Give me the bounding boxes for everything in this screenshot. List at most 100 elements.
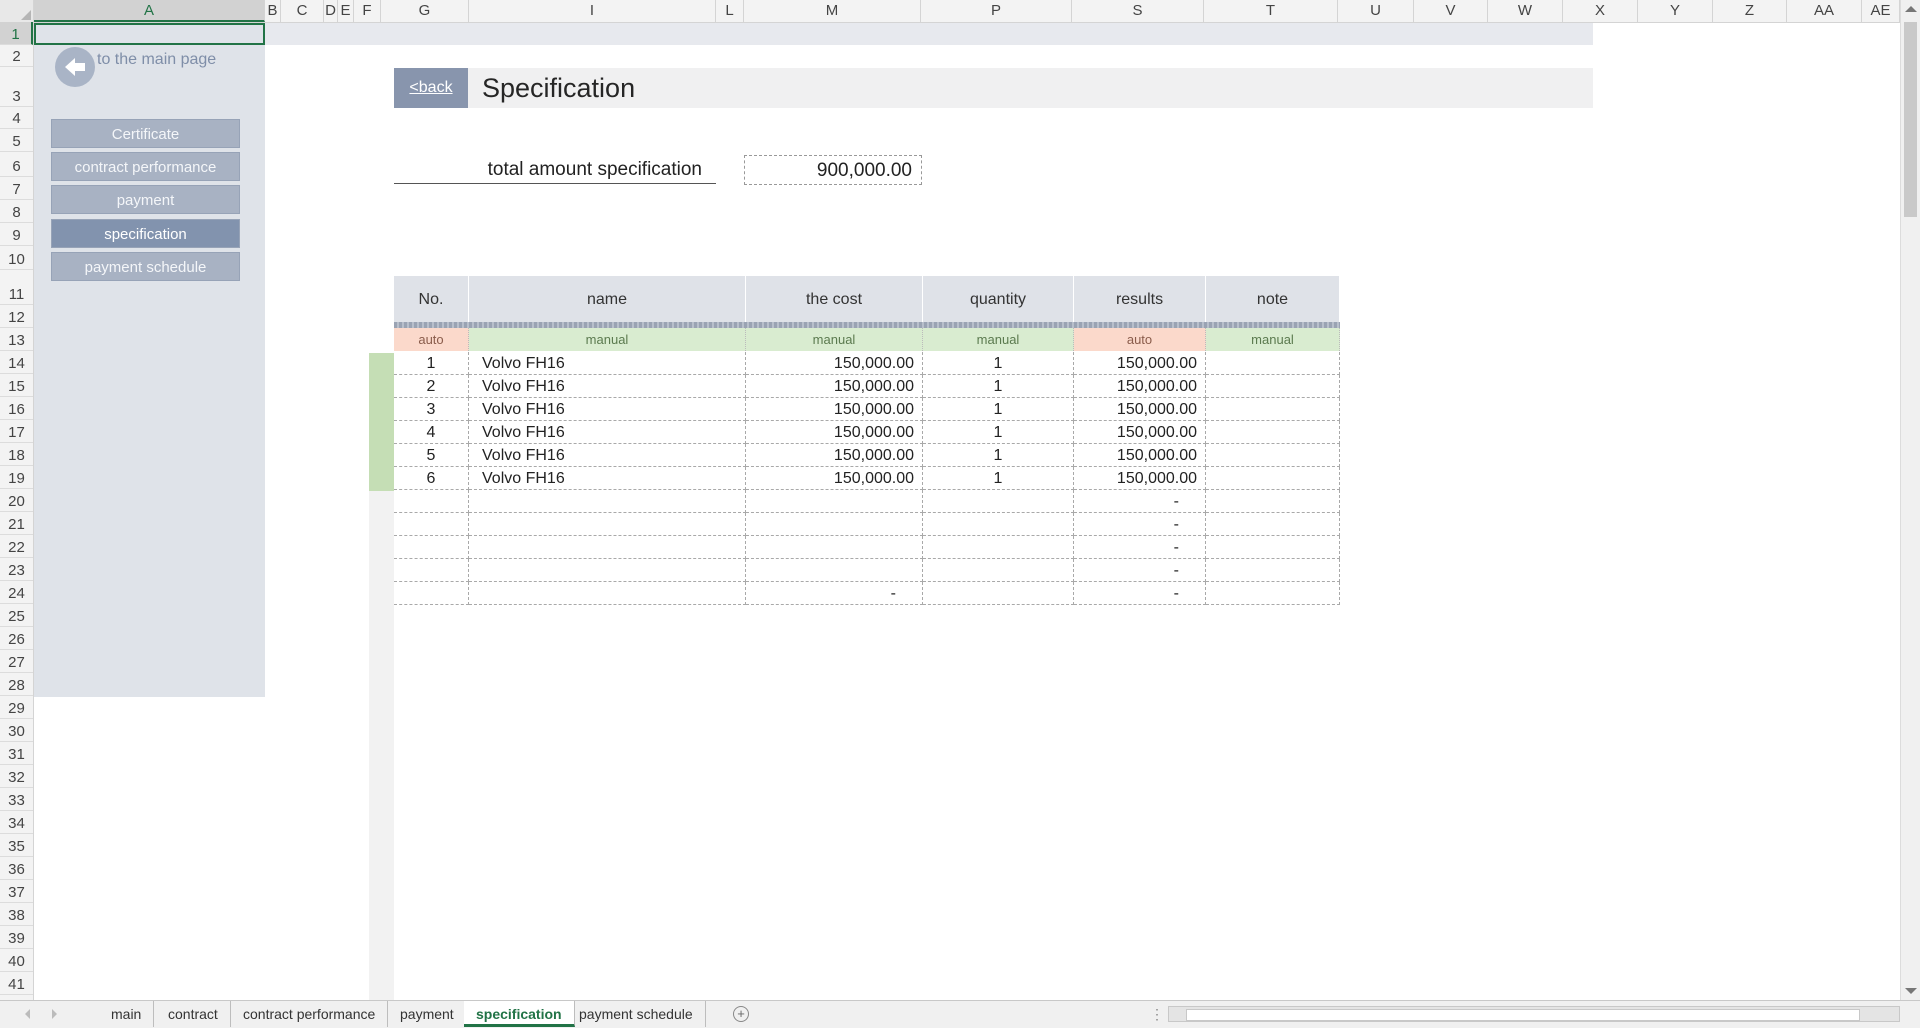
column-header-t[interactable]: T bbox=[1204, 0, 1338, 22]
column-header-x[interactable]: X bbox=[1563, 0, 1638, 22]
cell-no-row-11[interactable] bbox=[394, 582, 469, 605]
column-header-g[interactable]: G bbox=[381, 0, 469, 22]
row-header-27[interactable]: 27 bbox=[0, 650, 33, 673]
cell-quantity-row-9[interactable] bbox=[923, 536, 1074, 559]
scroll-down-icon[interactable] bbox=[1905, 988, 1917, 994]
cell-cost-row-7[interactable] bbox=[746, 490, 923, 513]
row-header-40[interactable]: 40 bbox=[0, 949, 33, 972]
row-header-25[interactable]: 25 bbox=[0, 604, 33, 627]
row-header-9[interactable]: 9 bbox=[0, 223, 33, 246]
cell-name-row-6[interactable]: Volvo FH16 bbox=[469, 467, 746, 490]
row-header-14[interactable]: 14 bbox=[0, 351, 33, 374]
row-header-10[interactable]: 10 bbox=[0, 246, 33, 270]
cell-quantity-row-6[interactable]: 1 bbox=[923, 467, 1074, 490]
column-header-f[interactable]: F bbox=[354, 0, 381, 22]
cell-results-row-3[interactable]: 150,000.00 bbox=[1074, 398, 1206, 421]
cell-name-row-7[interactable] bbox=[469, 490, 746, 513]
cell-quantity-row-3[interactable]: 1 bbox=[923, 398, 1074, 421]
sheet-tab-specification[interactable]: specification bbox=[464, 1001, 575, 1027]
nav-payment-schedule-button[interactable]: payment schedule bbox=[51, 252, 240, 281]
cell-cost-row-6[interactable]: 150,000.00 bbox=[746, 467, 923, 490]
cell-name-row-11[interactable] bbox=[469, 582, 746, 605]
cell-results-row-7[interactable]: - bbox=[1074, 490, 1206, 513]
column-header-aa[interactable]: AA bbox=[1787, 0, 1862, 22]
column-header-i[interactable]: I bbox=[469, 0, 716, 22]
cell-note-row-3[interactable] bbox=[1206, 398, 1340, 421]
cell-note-row-7[interactable] bbox=[1206, 490, 1340, 513]
splitter-handle[interactable]: ⋮ bbox=[1150, 1006, 1164, 1023]
prev-sheet-icon[interactable] bbox=[25, 1009, 30, 1019]
cell-note-row-10[interactable] bbox=[1206, 559, 1340, 582]
cell-name-row-4[interactable]: Volvo FH16 bbox=[469, 421, 746, 444]
row-header-8[interactable]: 8 bbox=[0, 200, 33, 223]
cell-quantity-row-7[interactable] bbox=[923, 490, 1074, 513]
cell-note-row-1[interactable] bbox=[1206, 352, 1340, 375]
column-header-l[interactable]: L bbox=[716, 0, 744, 22]
cell-note-row-5[interactable] bbox=[1206, 444, 1340, 467]
cell-note-row-8[interactable] bbox=[1206, 513, 1340, 536]
cell-no-row-10[interactable] bbox=[394, 559, 469, 582]
total-amount-value[interactable]: 900,000.00 bbox=[744, 155, 922, 185]
column-header-v[interactable]: V bbox=[1414, 0, 1488, 22]
row-header-33[interactable]: 33 bbox=[0, 788, 33, 811]
row-header-22[interactable]: 22 bbox=[0, 535, 33, 558]
row-header-23[interactable]: 23 bbox=[0, 558, 33, 581]
cell-no-row-9[interactable] bbox=[394, 536, 469, 559]
row-header-36[interactable]: 36 bbox=[0, 857, 33, 880]
row-header-13[interactable]: 13 bbox=[0, 328, 33, 351]
row-header-38[interactable]: 38 bbox=[0, 903, 33, 926]
column-header-d[interactable]: D bbox=[324, 0, 338, 22]
cell-quantity-row-5[interactable]: 1 bbox=[923, 444, 1074, 467]
row-header-19[interactable]: 19 bbox=[0, 466, 33, 489]
cell-quantity-row-2[interactable]: 1 bbox=[923, 375, 1074, 398]
row-header-30[interactable]: 30 bbox=[0, 719, 33, 742]
row-header-41[interactable]: 41 bbox=[0, 972, 33, 995]
cell-cost-row-1[interactable]: 150,000.00 bbox=[746, 352, 923, 375]
cell-cost-row-2[interactable]: 150,000.00 bbox=[746, 375, 923, 398]
cell-quantity-row-4[interactable]: 1 bbox=[923, 421, 1074, 444]
vertical-scrollbar[interactable] bbox=[1900, 0, 1920, 1000]
cell-note-row-9[interactable] bbox=[1206, 536, 1340, 559]
cell-quantity-row-8[interactable] bbox=[923, 513, 1074, 536]
cell-no-row-5[interactable]: 5 bbox=[394, 444, 469, 467]
cell-results-row-10[interactable]: - bbox=[1074, 559, 1206, 582]
sheet-tab-contract-performance[interactable]: contract performance bbox=[231, 1001, 389, 1027]
cell-note-row-2[interactable] bbox=[1206, 375, 1340, 398]
add-sheet-icon[interactable]: + bbox=[733, 1006, 749, 1022]
row-header-37[interactable]: 37 bbox=[0, 880, 33, 903]
cell-results-row-5[interactable]: 150,000.00 bbox=[1074, 444, 1206, 467]
horizontal-scroll-thumb[interactable] bbox=[1186, 1009, 1860, 1021]
scroll-up-icon[interactable] bbox=[1905, 6, 1917, 12]
cell-note-row-4[interactable] bbox=[1206, 421, 1340, 444]
column-header-b[interactable]: B bbox=[265, 0, 281, 22]
column-header-p[interactable]: P bbox=[921, 0, 1072, 22]
column-header-u[interactable]: U bbox=[1338, 0, 1414, 22]
cell-cost-row-8[interactable] bbox=[746, 513, 923, 536]
cell-cost-row-9[interactable] bbox=[746, 536, 923, 559]
cell-no-row-6[interactable]: 6 bbox=[394, 467, 469, 490]
main-page-arrow-icon[interactable] bbox=[55, 47, 95, 87]
horizontal-scrollbar[interactable] bbox=[1168, 1006, 1900, 1022]
column-header-z[interactable]: Z bbox=[1713, 0, 1787, 22]
cell-name-row-2[interactable]: Volvo FH16 bbox=[469, 375, 746, 398]
cell-quantity-row-11[interactable] bbox=[923, 582, 1074, 605]
row-header-17[interactable]: 17 bbox=[0, 420, 33, 443]
row-header-16[interactable]: 16 bbox=[0, 397, 33, 420]
cell-no-row-4[interactable]: 4 bbox=[394, 421, 469, 444]
cell-results-row-4[interactable]: 150,000.00 bbox=[1074, 421, 1206, 444]
cell-name-row-3[interactable]: Volvo FH16 bbox=[469, 398, 746, 421]
cell-cost-row-4[interactable]: 150,000.00 bbox=[746, 421, 923, 444]
cell-quantity-row-10[interactable] bbox=[923, 559, 1074, 582]
cell-name-row-9[interactable] bbox=[469, 536, 746, 559]
row-header-11[interactable]: 11 bbox=[0, 270, 33, 305]
row-header-31[interactable]: 31 bbox=[0, 742, 33, 765]
row-header-32[interactable]: 32 bbox=[0, 765, 33, 788]
column-header-c[interactable]: C bbox=[281, 0, 324, 22]
back-button[interactable]: <back bbox=[394, 68, 468, 108]
cell-note-row-11[interactable] bbox=[1206, 582, 1340, 605]
row-header-26[interactable]: 26 bbox=[0, 627, 33, 650]
row-header-34[interactable]: 34 bbox=[0, 811, 33, 834]
sheet-tab-main[interactable]: main bbox=[99, 1001, 155, 1027]
cell-name-row-8[interactable] bbox=[469, 513, 746, 536]
cell-name-row-1[interactable]: Volvo FH16 bbox=[469, 352, 746, 375]
